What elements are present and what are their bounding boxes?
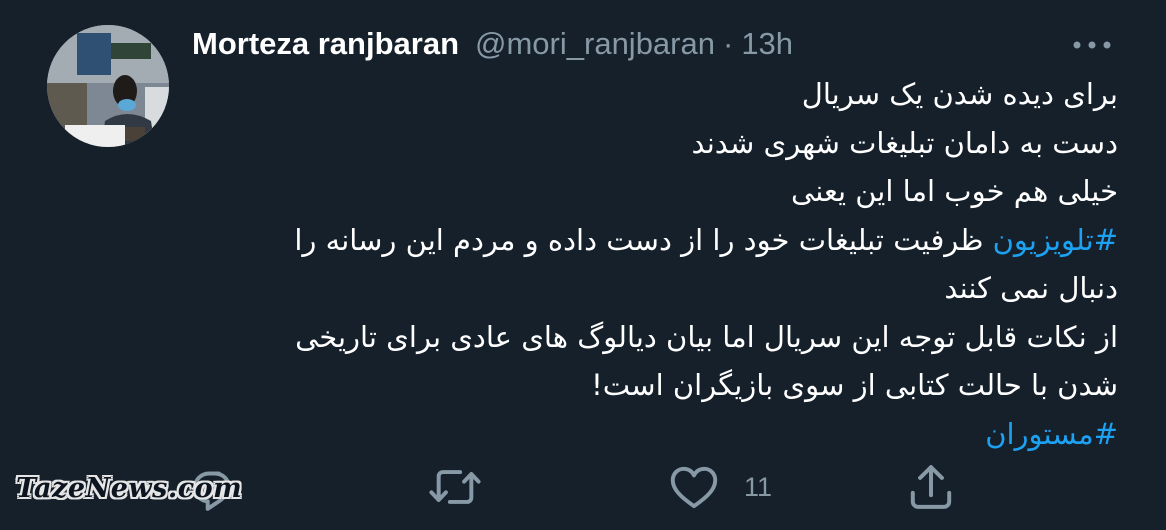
- tweet-line: دست به دامان تبلیغات شهری شدند: [691, 125, 1118, 160]
- watermark-logo: TazeNews.com: [16, 473, 243, 504]
- user-handle[interactable]: @mori_ranjbaran: [475, 26, 715, 62]
- tweet-line: از نکات قابل توجه این سریال اما بیان دیا…: [295, 319, 1118, 354]
- tweet-line: دنبال نمی کنند: [944, 271, 1118, 305]
- timestamp[interactable]: 13h: [741, 26, 793, 62]
- hashtag-link[interactable]: #مستوران: [985, 417, 1118, 451]
- avatar-photo: [47, 25, 169, 147]
- more-options-button[interactable]: [1066, 30, 1118, 60]
- avatar[interactable]: [47, 25, 169, 147]
- retweet-button[interactable]: [427, 455, 483, 519]
- share-button[interactable]: [903, 455, 959, 519]
- tweet-line: خیلی هم خوب اما این یعنی: [791, 174, 1118, 208]
- tweet-header: Morteza ranjbaran @mori_ranjbaran · 13h: [192, 22, 793, 66]
- tweet-text: برای دیده شدن یک سریال دست به دامان تبلی…: [185, 70, 1118, 458]
- like-button[interactable]: 11: [666, 455, 772, 519]
- heart-icon: [670, 466, 718, 509]
- separator-dot: ·: [722, 26, 734, 61]
- tweet-line-text: ظرفیت تبلیغات خود را از دست داده و مردم …: [294, 222, 993, 257]
- like-count: 11: [744, 471, 773, 502]
- share-icon: [910, 465, 952, 509]
- tweet-line: #تلویزیون ظرفیت تبلیغات خود را از دست دا…: [185, 216, 1118, 265]
- tweet-line: برای دیده شدن یک سریال: [801, 77, 1118, 111]
- tweet[interactable]: Morteza ranjbaran @mori_ranjbaran · 13h …: [0, 0, 1166, 530]
- hashtag-link[interactable]: #تلویزیون: [993, 223, 1118, 257]
- tweet-line: شدن با حالت کتابی از سوی بازیگران است!: [591, 368, 1118, 402]
- display-name[interactable]: Morteza ranjbaran: [192, 26, 459, 62]
- more-horizontal-icon: [1073, 41, 1111, 49]
- retweet-icon: [429, 470, 481, 504]
- tweet-line: #مستوران: [185, 410, 1118, 459]
